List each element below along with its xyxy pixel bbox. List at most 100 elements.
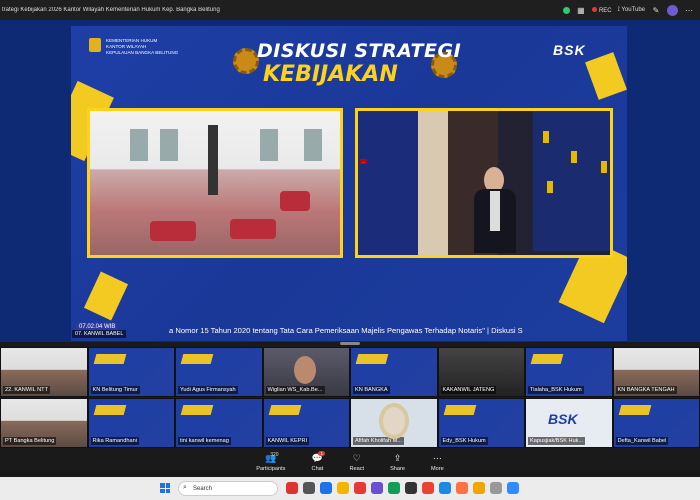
emblem-icon [89,38,101,52]
heart-icon: ♡ [352,453,361,463]
rec-indicator[interactable]: REC [591,6,612,14]
avatar[interactable] [667,4,678,16]
curtain [418,111,448,255]
app-icon[interactable] [388,482,400,494]
app-icon[interactable] [303,482,315,494]
participant-name: tini kanwil kemenag [178,437,231,445]
window-title: trategi Kebijakan 2026 Kantor Wilayah Ke… [2,7,220,13]
participant-name: 22. KANWIL NTT [3,386,50,394]
youtube-label: YouTube [621,6,645,13]
os-taskbar: ⌕ Search [0,477,700,500]
window-decor [260,129,278,161]
react-label: React [349,466,365,472]
participant-tile[interactable]: Afifah Kholifah M... [350,398,438,448]
app-icon[interactable] [337,482,349,494]
pen-icon[interactable]: ✎ [651,5,661,15]
participant-tile[interactable]: 22. KANWIL NTT [0,347,88,397]
app-icon[interactable] [371,482,383,494]
more-label: More [431,466,444,472]
participant-tile[interactable]: KN BANGKA [350,347,438,397]
participant-tile[interactable]: PT Bangka Belitung [0,398,88,448]
react-button[interactable]: ♡ React [349,453,364,472]
chat-label: Chat [311,466,324,472]
flag [563,111,593,251]
participant-name: Tialaha_BSK Hukum [528,386,584,394]
app-icon[interactable] [473,482,485,494]
app-icon[interactable] [439,482,451,494]
rec-label: REC [598,7,612,14]
participant-name: KN BANGKA TENGAH [615,386,677,394]
app-icon[interactable] [422,482,434,494]
participant-name: PT Bangka Belitung [3,437,57,445]
participant-gallery: 22. KANWIL NTT KN Belitung Timur Yudi Ag… [0,347,700,449]
gear-icon [233,48,259,74]
participant-tile[interactable]: KAKANWIL JATENG [437,347,525,397]
shared-screen: KEMENTERIAN HUKUM KANTOR WILAYAH KEPULAU… [0,20,700,342]
more-button[interactable]: ⋯ More [431,453,444,472]
flag [591,111,610,251]
participants-label: Participants [256,466,286,472]
participant-name: Afifah Kholifah M... [353,437,404,445]
decor-shape [585,52,627,100]
participant-tile[interactable]: Kapusjiak/BSK Huk... [525,398,613,448]
ticker-text: a Nomor 15 Tahun 2020 tentang Tata Cara … [169,325,523,335]
youtube-indicator[interactable]: ⟟ YouTube [618,7,645,14]
participant-name: Defta_Kanwil Babel [615,437,669,445]
search-icon: ⌕ [183,484,187,491]
app-icon[interactable] [490,482,502,494]
window-decor [130,129,148,161]
participant-name: Yudi Agus Firmansyah [178,386,238,394]
participant-tile[interactable]: KANWIL KEPRI [262,398,350,448]
gallery-resize-handle[interactable] [340,342,360,345]
nameplate: ... [360,159,368,164]
app-icon[interactable] [286,482,298,494]
speaker-person [470,167,520,253]
window-decor [160,129,178,161]
news-ticker: 07.02.04 WIB a Nomor 15 Tahun 2020 tenta… [74,322,627,338]
window-decor [304,129,322,161]
presentation-slide: KEMENTERIAN HUKUM KANTOR WILAYAH KEPULAU… [71,26,627,341]
participant-tile[interactable]: KN BANGKA TENGAH [612,347,700,397]
slide-subtitle: KEBIJAKAN [263,62,398,87]
participant-tile[interactable]: Edy_BSK Hukum [437,398,525,448]
flag [533,111,563,251]
windows-start-icon[interactable] [160,483,170,493]
participant-tile[interactable]: Tialaha_BSK Hukum [525,347,613,397]
participant-name: KN Belitung Timur [90,386,140,394]
participant-tile[interactable]: KN Belitung Timur [87,347,175,397]
participant-tile[interactable]: tini kanwil kemenag [175,398,263,448]
participant-name: Kapusjiak/BSK Huk... [528,437,586,445]
app-icon[interactable] [507,482,519,494]
app-icon[interactable] [354,482,366,494]
window-titlebar: trategi Kebijakan 2026 Kantor Wilayah Ke… [0,0,700,20]
backdrop [358,111,418,255]
app-icon[interactable] [320,482,332,494]
brand-logo: BSK [553,42,586,58]
participant-tile[interactable]: Defta_Kanwil Babel [612,398,700,448]
participant-tile[interactable]: Wiglian WS_Kab.Be... [262,347,350,397]
app-icon[interactable] [405,482,417,494]
participant-name: KN BANGKA [353,386,390,394]
share-button[interactable]: ⇪ Share [390,453,405,472]
table [230,219,276,239]
participants-count: 320 [270,452,279,458]
participant-tile[interactable]: Yudi Agus Firmansyah [175,347,263,397]
more-icon[interactable]: ⋯ [684,5,694,15]
grid-icon[interactable]: ▦ [576,5,586,15]
taskbar-search[interactable]: ⌕ Search [178,481,278,496]
table [150,221,196,241]
participant-tile[interactable]: Rika Ramandhani [87,398,175,448]
share-icon: ⇪ [393,453,402,463]
pillar [208,125,218,195]
more-icon: ⋯ [432,453,442,463]
chat-button[interactable]: 💬 1 Chat [311,451,325,472]
participant-name: KAKANWIL JATENG [440,386,497,394]
app-icon[interactable] [456,482,468,494]
shield-icon[interactable] [562,6,570,14]
slide-title: DISKUSI STRATEGI [257,40,462,62]
meeting-controls: 👥 320 Participants 💬 1 Chat ♡ React ⇪ Sh… [0,449,700,477]
participant-name: KANWIL KEPRI [265,437,310,445]
participants-button[interactable]: 👥 320 Participants [256,452,286,472]
taskbar-apps [286,482,519,494]
search-label: Search [193,485,213,492]
